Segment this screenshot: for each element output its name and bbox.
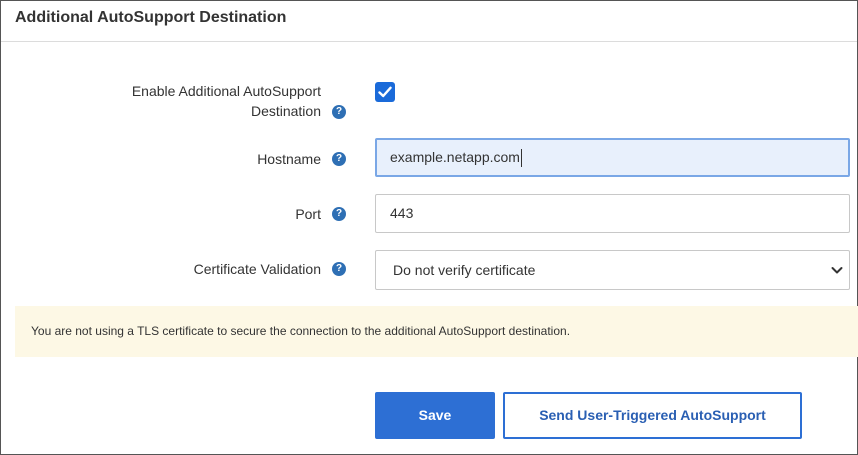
save-button[interactable]: Save — [375, 392, 495, 439]
text-caret — [520, 149, 522, 168]
hostname-label: Hostname — [257, 151, 321, 167]
help-icon[interactable]: ? — [332, 207, 346, 221]
help-icon[interactable]: ? — [332, 262, 346, 276]
cert-validation-label: Certificate Validation — [193, 261, 321, 277]
enable-label-line1: Enable Additional AutoSupport — [131, 83, 321, 99]
chevron-down-icon — [831, 267, 843, 274]
autosupport-panel: Additional AutoSupport Destination Enabl… — [0, 0, 858, 455]
help-icon[interactable]: ? — [332, 105, 346, 119]
tls-warning-alert: You are not using a TLS certificate to s… — [15, 306, 858, 357]
port-input[interactable]: 443 — [375, 194, 850, 233]
send-autosupport-button[interactable]: Send User-Triggered AutoSupport — [503, 392, 802, 439]
hostname-input[interactable]: example.netapp.com — [375, 138, 850, 177]
cert-validation-value: Do not verify certificate — [393, 262, 536, 278]
checkmark-icon — [378, 86, 392, 98]
cert-validation-select[interactable]: Do not verify certificate — [375, 250, 850, 290]
port-label: Port — [295, 206, 321, 222]
port-value: 443 — [390, 205, 414, 221]
hostname-value: example.netapp.com — [390, 149, 520, 165]
section-title: Additional AutoSupport Destination — [15, 9, 287, 26]
enable-checkbox[interactable] — [375, 82, 395, 102]
enable-label-line2: Destination — [250, 103, 321, 119]
alert-message: You are not using a TLS certificate to s… — [31, 324, 571, 338]
help-icon[interactable]: ? — [332, 152, 346, 166]
enable-label: Enable Additional AutoSupport Destinatio… — [132, 81, 321, 121]
